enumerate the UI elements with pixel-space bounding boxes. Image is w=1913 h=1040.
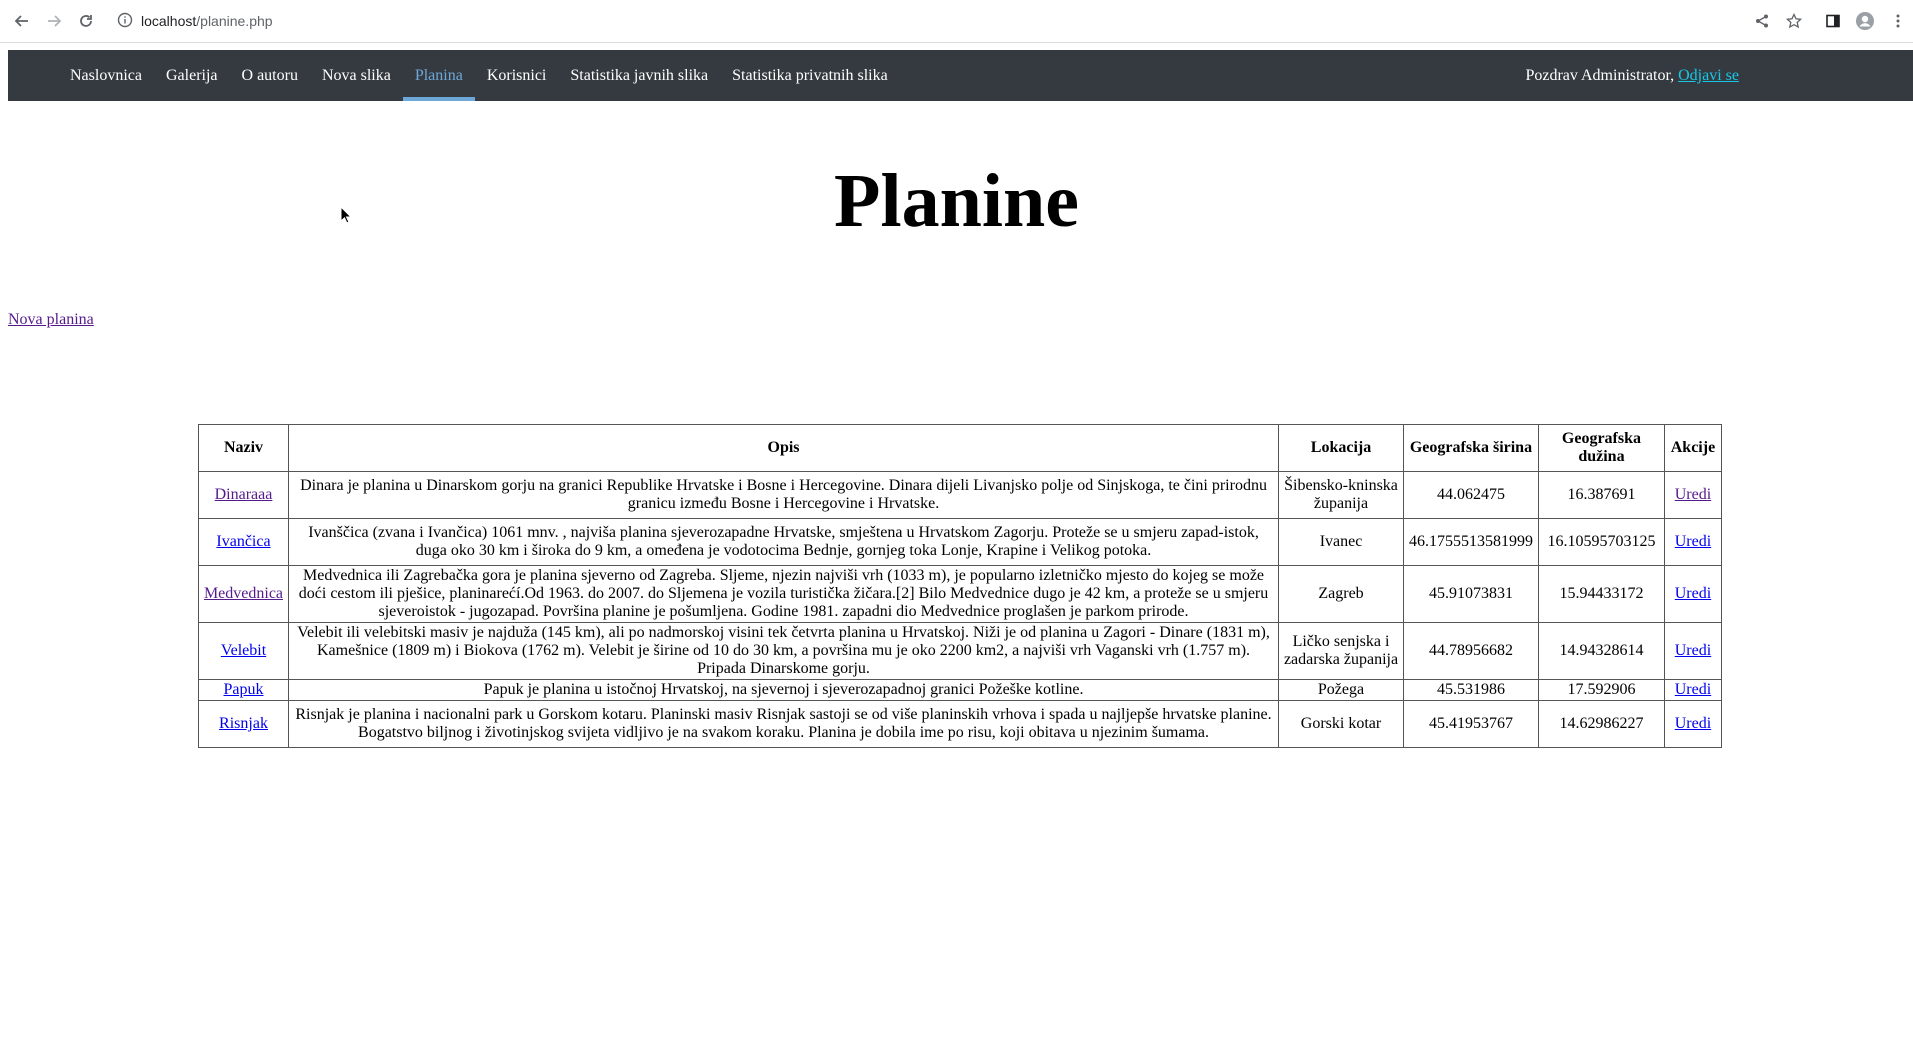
nav-item-galerija[interactable]: Galerija <box>154 50 230 101</box>
cell-sirina: 44.78956682 <box>1402 622 1539 680</box>
table-row: Medvednica Medvednica ili Zagrebačka gor… <box>198 565 1723 623</box>
cell-opis: Velebit ili velebitski masiv je najduža … <box>287 622 1280 680</box>
site-navbar: Naslovnica Galerija O autoru Nova slika … <box>8 50 1913 101</box>
forward-arrow-icon[interactable] <box>42 9 66 33</box>
browser-toolbar: localhost/planine.php <box>0 0 1913 43</box>
mountains-table: Naziv Opis Lokacija Geografska širina Ge… <box>198 424 1723 748</box>
reload-icon[interactable] <box>74 9 98 33</box>
mountain-name-link[interactable]: Dinaraaa <box>215 486 273 503</box>
cell-lokacija: Požega <box>1278 679 1404 701</box>
profile-avatar-icon[interactable] <box>1853 9 1877 33</box>
cell-akcije: Uredi <box>1663 679 1723 701</box>
cell-lokacija: Zagreb <box>1278 565 1404 623</box>
cell-akcije: Uredi <box>1663 518 1723 566</box>
table-row: Dinaraaa Dinara je planina u Dinarskom g… <box>198 471 1723 519</box>
page-title: Planine <box>834 159 1079 243</box>
mountain-name-link[interactable]: Velebit <box>221 642 266 659</box>
cell-sirina: 45.531986 <box>1402 679 1539 701</box>
mouse-cursor-icon <box>340 205 353 229</box>
cell-akcije: Uredi <box>1663 700 1723 748</box>
cell-lokacija: Gorski kotar <box>1278 700 1404 748</box>
cell-duzina: 14.94328614 <box>1537 622 1665 680</box>
cell-duzina: 16.10595703125 <box>1537 518 1665 566</box>
col-header-lokacija[interactable]: Lokacija <box>1278 424 1404 472</box>
url-path: /planine.php <box>196 13 273 29</box>
cell-naziv: Dinaraaa <box>198 471 289 519</box>
url-host: localhost <box>141 13 197 29</box>
table-row: Ivančica Ivanščica (zvana i Ivančica) 10… <box>198 518 1723 566</box>
nav-menu: Naslovnica Galerija O autoru Nova slika … <box>58 50 900 101</box>
col-header-duzina[interactable]: Geografska dužina <box>1537 424 1665 472</box>
nav-item-statistika-javnih[interactable]: Statistika javnih slika <box>558 50 720 101</box>
edit-link[interactable]: Uredi <box>1675 715 1711 732</box>
table-row: Velebit Velebit ili velebitski masiv je … <box>198 622 1723 680</box>
cell-sirina: 45.41953767 <box>1402 700 1539 748</box>
cell-duzina: 16.387691 <box>1537 471 1665 519</box>
cell-opis: Dinara je planina u Dinarskom gorju na g… <box>287 471 1280 519</box>
table-row: Papuk Papuk je planina u istočnoj Hrvats… <box>198 679 1723 701</box>
bookmark-star-icon[interactable] <box>1782 9 1806 33</box>
new-mountain-link[interactable]: Nova planina <box>8 311 94 329</box>
greeting-text: Pozdrav Administrator, <box>1525 67 1679 84</box>
nav-item-naslovnica[interactable]: Naslovnica <box>58 50 154 101</box>
mountain-name-link[interactable]: Risnjak <box>219 715 268 732</box>
cell-naziv: Risnjak <box>198 700 289 748</box>
cell-lokacija: Ličko senjska i zadarska županija <box>1278 622 1404 680</box>
share-icon[interactable] <box>1750 9 1774 33</box>
side-panel-icon[interactable] <box>1821 9 1845 33</box>
nav-item-korisnici[interactable]: Korisnici <box>475 50 559 101</box>
address-bar[interactable]: localhost/planine.php <box>141 11 273 31</box>
mountain-name-link[interactable]: Medvednica <box>204 585 283 602</box>
edit-link[interactable]: Uredi <box>1675 681 1711 698</box>
logout-link[interactable]: Odjavi se <box>1678 67 1739 84</box>
back-arrow-icon[interactable] <box>10 9 34 33</box>
cell-opis: Medvednica ili Zagrebačka gora je planin… <box>287 565 1280 623</box>
cell-duzina: 17.592906 <box>1537 679 1665 701</box>
cell-naziv: Velebit <box>198 622 289 680</box>
cell-lokacija: Ivanec <box>1278 518 1404 566</box>
cell-opis: Papuk je planina u istočnoj Hrvatskoj, n… <box>287 679 1280 701</box>
col-header-akcije[interactable]: Akcije <box>1663 424 1723 472</box>
cell-duzina: 14.62986227 <box>1537 700 1665 748</box>
table-header-row: Naziv Opis Lokacija Geografska širina Ge… <box>198 424 1723 472</box>
nav-item-planina[interactable]: Planina <box>402 50 475 101</box>
info-icon[interactable] <box>117 12 133 33</box>
cell-akcije: Uredi <box>1663 622 1723 680</box>
cell-opis: Risnjak je planina i nacionalni park u G… <box>287 700 1280 748</box>
cell-akcije: Uredi <box>1663 471 1723 519</box>
mountain-name-link[interactable]: Ivančica <box>216 533 270 550</box>
col-header-naziv[interactable]: Naziv <box>198 424 289 472</box>
user-greeting: Pozdrav Administrator, Odjavi se <box>1525 50 1739 101</box>
col-header-opis[interactable]: Opis <box>287 424 1280 472</box>
edit-link[interactable]: Uredi <box>1675 486 1711 503</box>
cell-lokacija: Šibensko-kninska županija <box>1278 471 1404 519</box>
cell-sirina: 46.1755513581999 <box>1402 518 1539 566</box>
edit-link[interactable]: Uredi <box>1675 585 1711 602</box>
edit-link[interactable]: Uredi <box>1675 642 1711 659</box>
nav-item-o-autoru[interactable]: O autoru <box>230 50 310 101</box>
col-header-sirina[interactable]: Geografska širina <box>1402 424 1539 472</box>
cell-opis: Ivanščica (zvana i Ivančica) 1061 mnv. ,… <box>287 518 1280 566</box>
nav-item-nova-slika[interactable]: Nova slika <box>310 50 403 101</box>
cell-naziv: Papuk <box>198 679 289 701</box>
cell-duzina: 15.94433172 <box>1537 565 1665 623</box>
cell-akcije: Uredi <box>1663 565 1723 623</box>
nav-item-statistika-privatnih[interactable]: Statistika privatnih slika <box>720 50 900 101</box>
mountain-name-link[interactable]: Papuk <box>223 681 263 698</box>
cell-sirina: 45.91073831 <box>1402 565 1539 623</box>
cell-naziv: Medvednica <box>198 565 289 623</box>
menu-kebab-icon[interactable] <box>1886 9 1910 33</box>
table-row: Risnjak Risnjak je planina i nacionalni … <box>198 700 1723 748</box>
cell-sirina: 44.062475 <box>1402 471 1539 519</box>
edit-link[interactable]: Uredi <box>1675 533 1711 550</box>
cell-naziv: Ivančica <box>198 518 289 566</box>
